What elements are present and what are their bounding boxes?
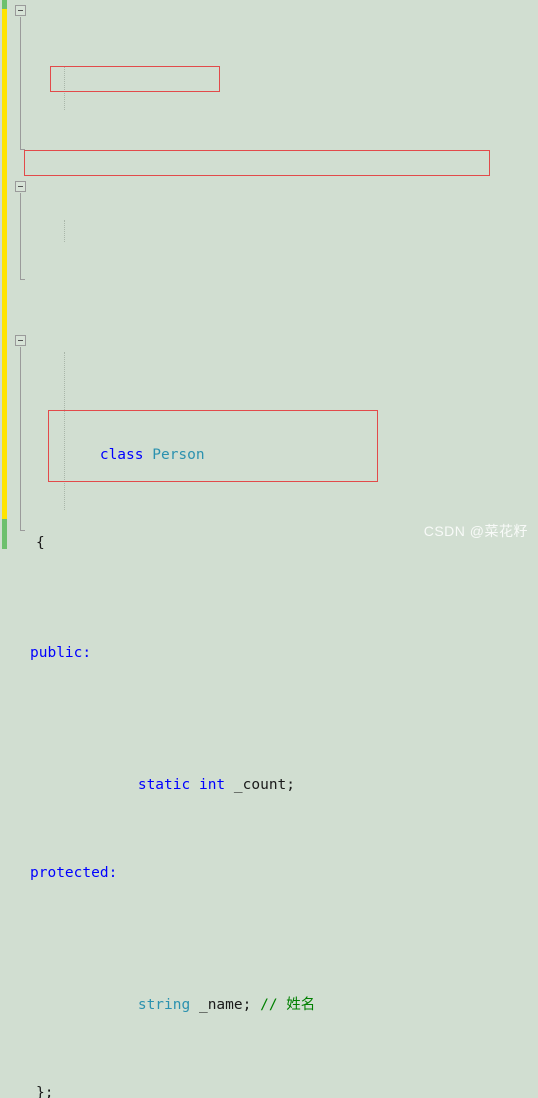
token-access-protected: protected: [30, 865, 118, 881]
saved-change-bar-top [2, 0, 7, 9]
token-identifier-count: _count; [233, 777, 296, 793]
annotation-box-out-of-class-init [24, 150, 490, 176]
code-line[interactable]: string _name; // 姓名 [16, 972, 538, 1013]
indent-guide-person [64, 66, 65, 110]
code-line[interactable]: protected: [16, 862, 538, 884]
token-brace-open: { [36, 535, 45, 551]
token-type-string: string [137, 997, 191, 1013]
token-brace-close: }; [36, 1085, 54, 1098]
token-keyword-class: class [99, 447, 144, 463]
saved-change-bar-bottom [2, 519, 7, 549]
outline-line-person [20, 17, 25, 150]
editor-gutter[interactable] [0, 0, 16, 549]
collapse-toggle-class-student[interactable] [15, 181, 26, 192]
csdn-watermark: CSDN @菜花籽 [423, 523, 528, 539]
indent-guide-student [64, 220, 65, 242]
collapse-toggle-class-person[interactable] [15, 5, 26, 16]
token-comment-xingming: // 姓名 [260, 997, 316, 1013]
code-editor[interactable]: class Person { public: static int _count… [0, 0, 538, 1098]
token-type-person: Person [152, 447, 205, 463]
unsaved-change-bar [2, 9, 7, 519]
code-line[interactable]: static int _count; [16, 752, 538, 793]
token-keyword-int: int [198, 777, 226, 793]
collapse-toggle-main[interactable] [15, 335, 26, 346]
token-keyword-static: static [137, 777, 191, 793]
annotation-box-static-member [50, 66, 220, 92]
code-line[interactable]: class Person [16, 422, 538, 463]
token-access-public: public: [30, 645, 92, 661]
code-line[interactable]: }; [16, 1082, 538, 1098]
outline-line-student [20, 193, 25, 280]
code-surface[interactable]: class Person { public: static int _count… [15, 0, 538, 1098]
token-identifier-name: _name; [198, 997, 252, 1013]
code-line[interactable]: public: [16, 642, 538, 664]
